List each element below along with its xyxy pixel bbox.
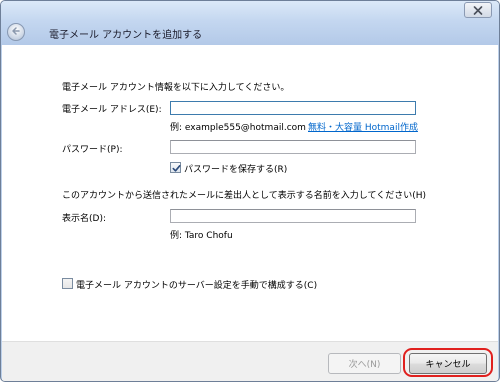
display-name-label: 表示名(D): xyxy=(62,214,106,224)
password-label: パスワード(P): xyxy=(62,145,123,155)
dialog-title: 電子メール アカウントを追加する xyxy=(49,30,203,41)
save-password-label[interactable]: パスワードを保存する(R) xyxy=(184,162,287,175)
close-icon xyxy=(473,5,483,15)
manual-server-config-label[interactable]: 電子メール アカウントのサーバー設定を手動で構成する(C) xyxy=(76,278,317,291)
email-field[interactable] xyxy=(170,101,416,115)
manual-server-config-checkbox[interactable] xyxy=(62,278,73,289)
form-panel: 電子メール アカウント情報を以下に入力してください。 電子メール アドレス(E)… xyxy=(2,45,498,341)
cancel-highlight-ring xyxy=(403,348,493,377)
back-button[interactable] xyxy=(7,23,25,41)
hotmail-signup-link[interactable]: 無料・大容量 Hotmail作成 xyxy=(308,120,418,133)
email-example-text: 例: example555@hotmail.com xyxy=(170,123,306,133)
password-field[interactable] xyxy=(170,140,416,154)
instructions-text: 電子メール アカウント情報を以下に入力してください。 xyxy=(62,83,290,93)
add-email-account-dialog: 電子メール アカウントを追加する 電子メール アカウント情報を以下に入力してくだ… xyxy=(0,0,500,382)
email-label: 電子メール アドレス(E): xyxy=(62,105,162,115)
display-name-example-text: 例: Taro Chofu xyxy=(170,231,233,241)
title-bar: 電子メール アカウントを追加する xyxy=(1,1,499,45)
save-password-checkbox[interactable] xyxy=(170,162,181,173)
display-name-field[interactable] xyxy=(170,209,416,223)
display-name-instructions: このアカウントから送信されたメールに差出人として表示する名前を入力してください(… xyxy=(62,191,426,201)
back-arrow-icon xyxy=(11,26,21,39)
next-button[interactable]: 次へ(N) xyxy=(328,353,401,374)
close-button[interactable] xyxy=(464,2,492,18)
